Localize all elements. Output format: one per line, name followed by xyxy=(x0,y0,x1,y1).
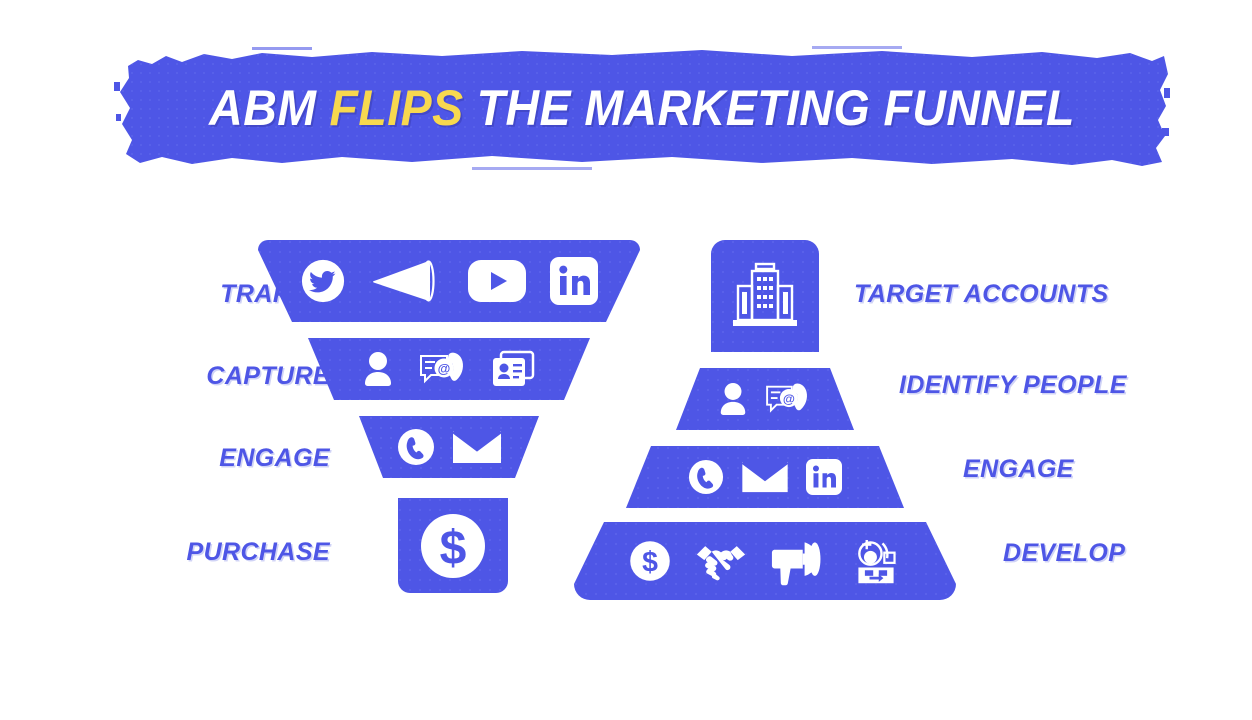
pyramid-stage-label-target-accounts: TARGET ACCOUNTS xyxy=(854,280,1109,308)
funnel-stage-label-capture: CAPTURE xyxy=(206,362,330,390)
svg-text:@: @ xyxy=(438,361,451,376)
svg-text:$: $ xyxy=(440,522,467,575)
pyramid-stage-label-identify-people: IDENTIFY PEOPLE xyxy=(899,371,1127,399)
funnel-stage-engage-icons xyxy=(397,428,501,466)
contact-chat-phone-icon[interactable]: @ xyxy=(417,349,469,389)
dollar-circle-icon[interactable]: $ xyxy=(419,512,487,580)
office-building-icon[interactable] xyxy=(729,262,801,330)
pyramid-stage-label-develop: DEVELOP xyxy=(1003,539,1126,567)
twitter-icon[interactable] xyxy=(300,258,346,304)
funnel-stage-traffic[interactable] xyxy=(258,240,640,322)
megaphone-icon[interactable] xyxy=(370,257,444,305)
svg-text:@: @ xyxy=(783,392,795,406)
phone-circle-icon[interactable] xyxy=(688,459,724,495)
account-expansion-icon[interactable] xyxy=(851,536,901,586)
page-title: ABM FLIPS THE MARKETING FUNNEL xyxy=(149,44,1135,172)
title-banner: ABM FLIPS THE MARKETING FUNNEL xyxy=(112,44,1172,172)
envelope-icon[interactable] xyxy=(742,460,788,494)
pyramid-stage-identify-people[interactable]: @ xyxy=(676,368,854,430)
funnel-stage-purchase[interactable]: $ xyxy=(398,498,508,593)
phone-circle-icon[interactable] xyxy=(397,428,435,466)
page-title-accent-word: FLIPS xyxy=(329,80,464,136)
funnel-stage-label-engage: ENGAGE xyxy=(219,444,330,472)
pyramid-stage-identify-people-icons: @ xyxy=(717,380,813,418)
contact-card-icon[interactable] xyxy=(491,349,537,389)
pyramid-stage-develop[interactable]: $ xyxy=(574,522,956,600)
pyramid-stage-target-accounts[interactable] xyxy=(711,240,819,352)
person-icon[interactable] xyxy=(717,381,749,417)
pyramid-stage-engage-icons xyxy=(688,459,842,495)
dollar-circle-icon[interactable]: $ xyxy=(629,540,671,582)
pyramid-stage-target-accounts-icons xyxy=(729,262,801,330)
page-title-part-1: ABM xyxy=(209,80,317,136)
pyramid-stage-develop-icons: $ xyxy=(629,536,901,586)
pyramid-stage-label-engage: ENGAGE xyxy=(963,455,1074,483)
svg-text:$: $ xyxy=(642,547,658,579)
funnel-stage-purchase-icons: $ xyxy=(419,512,487,580)
funnel-stage-capture[interactable]: @ xyxy=(308,338,590,400)
funnel-comparison-diagram: TRAFFIC CAPTURE ENGAGE PURCHASE @ $ @ $ … xyxy=(0,222,1252,622)
pyramid-stage-engage[interactable] xyxy=(626,446,904,508)
contact-chat-phone-icon[interactable]: @ xyxy=(763,380,813,418)
funnel-stage-engage[interactable] xyxy=(359,416,539,478)
funnel-stage-label-purchase: PURCHASE xyxy=(186,538,330,566)
youtube-icon[interactable] xyxy=(468,260,526,302)
envelope-icon[interactable] xyxy=(453,429,501,465)
person-icon[interactable] xyxy=(361,350,395,388)
megaphone-icon[interactable] xyxy=(771,536,827,586)
funnel-stage-traffic-icons xyxy=(300,257,598,305)
handshake-icon[interactable] xyxy=(695,539,747,583)
linkedin-icon[interactable] xyxy=(806,459,842,495)
page-title-part-2: THE MARKETING FUNNEL xyxy=(476,80,1075,136)
linkedin-icon[interactable] xyxy=(550,257,598,305)
funnel-stage-capture-icons: @ xyxy=(361,349,537,389)
